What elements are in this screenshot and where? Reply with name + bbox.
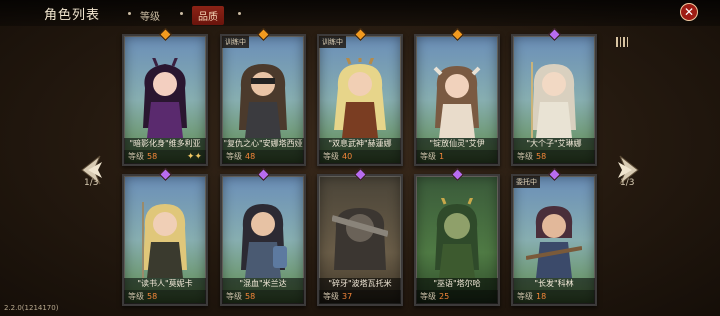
- close-button[interactable]: ✕: [680, 3, 698, 21]
- status-badge: 训练中: [319, 36, 346, 48]
- hero-level: 等级 25: [416, 290, 498, 304]
- hero-level: 等级 18: [513, 290, 595, 304]
- tab-dot: [238, 12, 241, 15]
- hero-portrait: [142, 202, 187, 278]
- hero-level: 等级 37: [319, 290, 401, 304]
- hero-name: "复仇之心"安娜塔西娅: [222, 138, 304, 150]
- hero-name: "锭放仙灵"艾伊: [416, 138, 498, 150]
- hero-level: 等级 1: [416, 150, 498, 164]
- hero-level: 等级 58: [124, 290, 206, 304]
- tab-dot: [128, 12, 131, 15]
- hero-portrait: [433, 66, 481, 138]
- hero-card[interactable]: "读书人"莫妮卡 等级 58: [122, 174, 208, 306]
- tab-dot: [180, 12, 183, 15]
- hero-portrait: [143, 58, 187, 138]
- hero-card[interactable]: "碎牙"波塔瓦托米 等级 37: [317, 174, 403, 306]
- hero-level: 等级 58: [513, 150, 595, 164]
- hero-name: "双息武神"赫蓮娜: [319, 138, 401, 150]
- status-badge: 训练中: [222, 36, 249, 48]
- tab-level[interactable]: 等级: [140, 8, 160, 23]
- top-bar: [0, 0, 720, 26]
- hero-portrait: [526, 206, 582, 278]
- hero-card[interactable]: "大个子"艾琳娜 等级 58: [511, 34, 597, 166]
- hero-card[interactable]: "混血"米兰达 等级 58: [220, 174, 306, 306]
- filter-icon[interactable]: [616, 37, 628, 47]
- hero-portrait: [332, 208, 388, 270]
- hero-level: 等级 40: [319, 150, 401, 164]
- hero-portrait: [241, 204, 287, 278]
- hero-card[interactable]: 训练中 "复仇之心"安娜塔西娅 等级 48: [220, 34, 306, 166]
- hero-name: "巫语"塔尔哈: [416, 278, 498, 290]
- tab-quality[interactable]: 品质: [192, 6, 224, 25]
- hero-name: "混血"米兰达: [222, 278, 304, 290]
- status-badge: 委托中: [513, 176, 540, 188]
- hero-card[interactable]: "巫语"塔尔哈 等级 25: [414, 174, 500, 306]
- hero-portrait: [435, 198, 479, 278]
- hero-name: "大个子"艾琳娜: [513, 138, 595, 150]
- hero-name: "长发"科林: [513, 278, 595, 290]
- hero-portrait: [334, 58, 386, 138]
- hero-level: 等级 58: [124, 150, 206, 164]
- page-indicator-right: 1/3: [620, 178, 635, 188]
- page-indicator-left: 1/3: [84, 178, 99, 188]
- star-icon: ✦✦: [186, 152, 202, 162]
- hero-portrait: [239, 64, 287, 138]
- close-icon: ✕: [683, 5, 695, 19]
- hero-level: 等级 48: [222, 150, 304, 164]
- hero-card[interactable]: 委托中 "长发"科林 等级 18: [511, 174, 597, 306]
- hero-card[interactable]: "暗影化身"维多利亚 等级 58 ✦✦: [122, 34, 208, 166]
- hero-name: "暗影化身"维多利亚: [124, 138, 206, 150]
- hero-card[interactable]: "锭放仙灵"艾伊 等级 1: [414, 34, 500, 166]
- version-label: 2.2.0(1214170): [4, 304, 59, 312]
- page-title: 角色列表: [44, 8, 101, 23]
- hero-level: 等级 58: [222, 290, 304, 304]
- hero-name: "碎牙"波塔瓦托米: [319, 278, 401, 290]
- hero-name: "读书人"莫妮卡: [124, 278, 206, 290]
- hero-card[interactable]: 训练中 "双息武神"赫蓮娜 等级 40: [317, 34, 403, 166]
- hero-portrait: [531, 62, 576, 138]
